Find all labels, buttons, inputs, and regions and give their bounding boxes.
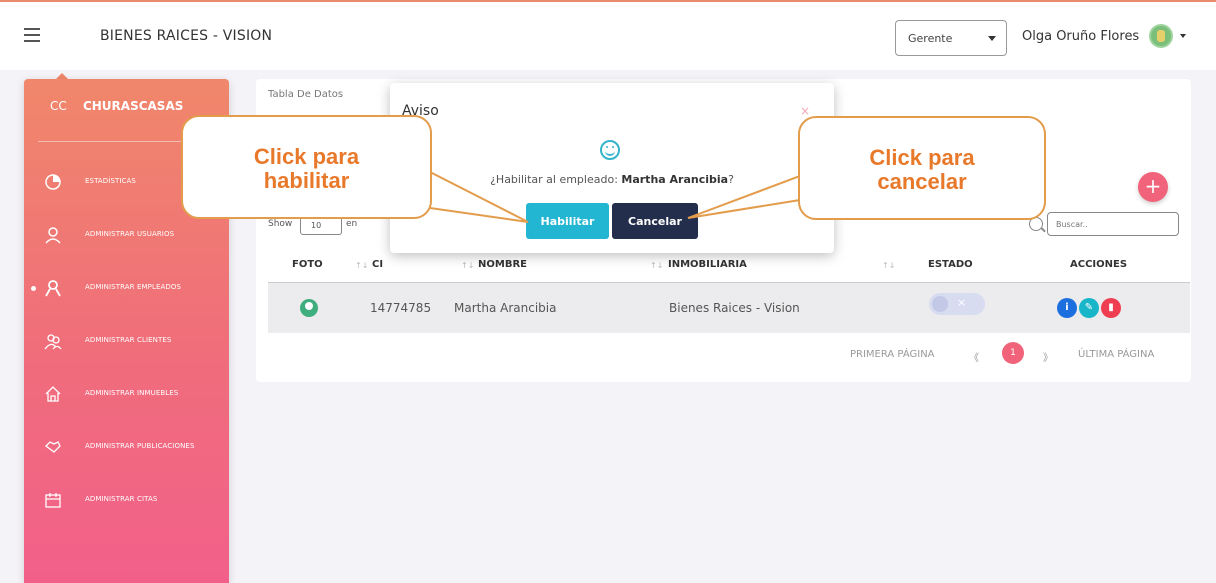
cancelar-button[interactable]: Cancelar <box>612 203 698 239</box>
modal-question: ¿Habilitar al empleado: Martha Arancibia… <box>390 173 834 186</box>
callout-line: Click para <box>869 145 975 170</box>
app-title: BIENES RAICES - VISION <box>100 28 273 44</box>
cell-ci: 14774785 <box>370 301 432 315</box>
sidebar-item-publicaciones[interactable]: ADMINISTRAR PUBLICACIONES <box>24 432 229 462</box>
sidebar-item-label: ESTADÍSTICAS <box>85 177 136 185</box>
column-header-acciones: ACCIONES <box>1070 259 1128 270</box>
employee-photo-avatar <box>300 299 318 317</box>
estado-toggle[interactable]: × <box>929 293 985 315</box>
sort-icon[interactable]: ↑↓ <box>461 261 474 270</box>
role-select[interactable]: Gerente <box>895 20 1007 56</box>
callout-cancelar: Click para cancelar <box>798 116 1046 220</box>
question-prefix: ¿Habilitar al empleado: <box>490 173 622 186</box>
handshake-icon <box>45 441 61 453</box>
close-icon[interactable]: × <box>800 104 810 118</box>
callout-line: cancelar <box>877 169 967 194</box>
column-header-foto[interactable]: FOTO <box>292 259 323 270</box>
search-input[interactable] <box>1047 212 1179 236</box>
callout-habilitar: Click para habilitar <box>181 115 432 219</box>
smiley-icon <box>600 140 620 160</box>
hamburger-menu-icon[interactable] <box>24 28 40 42</box>
card-title: Tabla De Datos <box>268 89 344 100</box>
chevron-down-icon <box>988 36 996 41</box>
column-header-ci[interactable]: CI <box>372 259 383 270</box>
habilitar-button[interactable]: Habilitar <box>526 203 609 239</box>
delete-button[interactable]: ▮ <box>1101 298 1121 318</box>
sidebar-item-usuarios[interactable]: ADMINISTRAR USUARIOS <box>24 220 229 250</box>
callout-line: habilitar <box>263 168 350 193</box>
add-employee-button[interactable]: + <box>1138 172 1168 202</box>
user-name[interactable]: Olga Oruño Flores <box>1022 29 1139 44</box>
sort-icon[interactable]: ↑↓ <box>650 261 663 270</box>
sort-icon[interactable]: ↑↓ <box>882 261 895 270</box>
column-header-inmobiliaria[interactable]: INMOBILIARIA <box>668 259 747 270</box>
sidebar-item-label: ADMINISTRAR EMPLEADOS <box>85 283 181 291</box>
sort-icon[interactable]: ↑↓ <box>355 261 368 270</box>
next-page-link[interactable]: 》 <box>1043 349 1053 364</box>
sidebar-item-inmuebles[interactable]: ADMINISTRAR INMUEBLES <box>24 379 229 409</box>
question-suffix: ? <box>728 173 734 186</box>
user-avatar[interactable] <box>1149 24 1173 48</box>
employee-name: Martha Arancibia <box>621 173 729 186</box>
toggle-off-mark: × <box>957 296 967 309</box>
user-menu-caret-icon[interactable] <box>1180 34 1186 38</box>
show-entries-label: en <box>346 219 358 229</box>
show-label: Show <box>268 219 293 229</box>
last-page-link[interactable]: ÚLTIMA PÁGINA <box>1078 349 1154 360</box>
brand-short: CC <box>50 99 67 113</box>
sidebar-item-label: ADMINISTRAR CLIENTES <box>85 336 172 344</box>
home-icon <box>45 386 61 402</box>
sidebar-item-label: ADMINISTRAR CITAS <box>85 495 158 503</box>
user-icon <box>45 227 61 244</box>
first-page-link[interactable]: PRIMERA PÁGINA <box>850 349 935 360</box>
employee-icon <box>45 280 61 297</box>
confirm-modal: Aviso × ¿Habilitar al empleado: Martha A… <box>390 83 834 253</box>
role-select-value: Gerente <box>908 32 953 45</box>
chart-icon <box>45 174 61 190</box>
column-header-estado[interactable]: ESTADO <box>928 259 973 270</box>
current-page-button[interactable]: 1 <box>1002 342 1024 364</box>
sidebar-item-label: ADMINISTRAR USUARIOS <box>85 230 175 238</box>
sidebar-item-label: ADMINISTRAR PUBLICACIONES <box>85 442 195 450</box>
callout-line: Click para <box>253 144 360 169</box>
sidebar-item-citas[interactable]: ADMINISTRAR CITAS <box>24 485 229 515</box>
sidebar-brand: CC CHURASCASAS <box>50 99 183 113</box>
column-header-nombre[interactable]: NOMBRE <box>478 259 527 270</box>
sidebar-item-empleados[interactable]: ADMINISTRAR EMPLEADOS <box>24 273 229 303</box>
edit-button[interactable]: ✎ <box>1079 298 1099 318</box>
clients-icon <box>44 334 62 350</box>
prev-page-link[interactable]: 《 <box>969 349 979 364</box>
info-button[interactable]: i <box>1057 298 1077 318</box>
cell-inmobiliaria: Bienes Raices - Vision <box>669 301 800 315</box>
cell-nombre: Martha Arancibia <box>454 301 557 315</box>
brand-name: CHURASCASAS <box>82 99 184 113</box>
top-navbar: BIENES RAICES - VISION Gerente Olga Oruñ… <box>0 2 1216 70</box>
sidebar-item-clientes[interactable]: ADMINISTRAR CLIENTES <box>24 326 229 356</box>
sidebar-item-label: ADMINISTRAR INMUEBLES <box>85 389 179 397</box>
calendar-icon <box>45 493 61 508</box>
active-indicator <box>31 286 36 291</box>
